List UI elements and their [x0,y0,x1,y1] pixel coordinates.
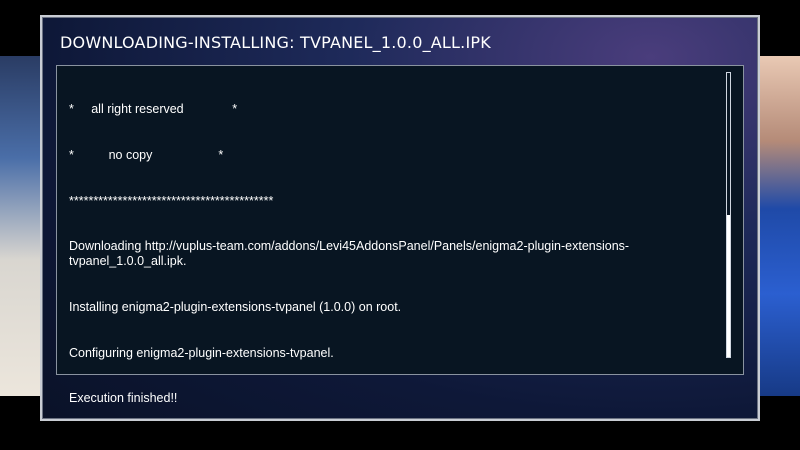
background-video-left [0,56,44,396]
console-line: ****************************************… [69,193,274,208]
console-scrollbar[interactable] [726,72,731,358]
console-line: Downloading http://vuplus-team.com/addon… [69,239,630,269]
console-line: Installing enigma2-plugin-extensions-tvp… [69,300,402,315]
console-line: Execution finished!! [69,391,178,406]
tv-screen: DOWNLOADING-INSTALLING: TVPANEL_1.0.0_AL… [0,0,800,450]
console-log: * all right reserved * * no copy * *****… [69,72,709,437]
background-video-right [756,56,800,396]
console-line: * no copy * [69,148,224,163]
console-line: Configuring enigma2-plugin-extensions-tv… [69,345,334,360]
console-output-panel[interactable]: * all right reserved * * no copy * *****… [56,65,744,405]
console-line: * all right reserved * [69,102,238,117]
dialog-title: DOWNLOADING-INSTALLING: TVPANEL_1.0.0_AL… [60,33,491,52]
install-dialog: DOWNLOADING-INSTALLING: TVPANEL_1.0.0_AL… [40,15,760,421]
scrollbar-thumb[interactable] [727,215,730,357]
